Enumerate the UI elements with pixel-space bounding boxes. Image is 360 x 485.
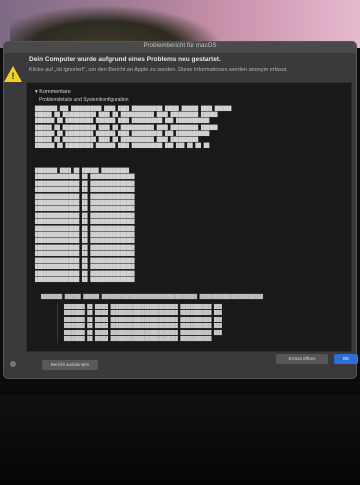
title-bar[interactable]: Problembericht für macOS <box>4 42 356 53</box>
blurred-backtrace-block: ████████ ██ █████ ██████████████████████… <box>57 303 346 343</box>
dialog-subtext: Klicke auf „Ist ignoriert", um den Beric… <box>29 67 288 73</box>
window-title: Problembericht für macOS <box>143 43 217 49</box>
help-icon[interactable] <box>10 361 16 367</box>
problem-report-dialog: Problembericht für macOS ! Dein Computer… <box>4 42 358 378</box>
warning-exclamation-icon: ! <box>11 71 15 81</box>
blurred-thread-list: ████████ ████ ██ ██████ ██████████ █████… <box>35 169 135 283</box>
comments-section-toggle[interactable]: ▾ Kommentare <box>35 89 71 95</box>
dialog-heading: Dein Computer wurde aufgrund eines Probl… <box>29 56 221 63</box>
report-text-view[interactable]: ▾ Kommentare Problemdetails und Systemko… <box>26 82 352 352</box>
blurred-report-table: ████████ ███ ███████████ ████ ████ █████… <box>35 107 232 150</box>
blurred-panic-line: ████████ ██████ ██████ █████████████████… <box>41 295 264 300</box>
problem-details-heading: Problemdetails und Systemkonfiguration <box>39 97 129 103</box>
hide-report-button[interactable]: Bericht ausblenden <box>42 360 98 370</box>
desk-surface <box>0 395 360 485</box>
reopen-button[interactable]: Erneut öffnen <box>276 354 328 364</box>
ok-button[interactable]: OK <box>334 354 358 364</box>
